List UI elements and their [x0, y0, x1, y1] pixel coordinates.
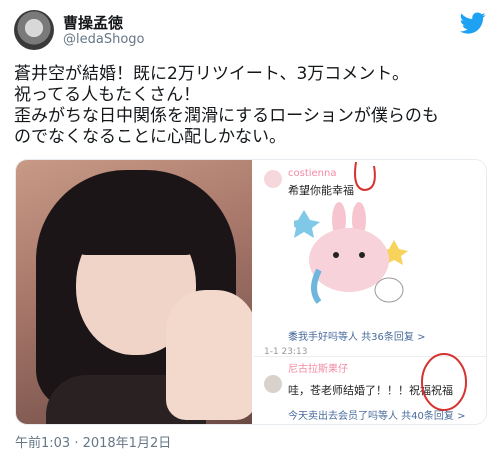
photo-hand — [166, 290, 252, 420]
tweet-timestamp[interactable]: 午前1:03 · 2018年1月2日 — [15, 432, 171, 451]
twitter-bird-icon[interactable] — [460, 10, 486, 36]
author-name[interactable]: 曹操孟徳 — [63, 12, 123, 33]
author-avatar[interactable] — [14, 10, 54, 50]
tweet-media[interactable]: costienna 希望你能幸福 黍我手好吗等人 共36条回复 > 1-1 23… — [15, 159, 487, 425]
photo-bangs — [71, 195, 201, 255]
woman-photo[interactable] — [16, 160, 252, 424]
tweet-text: 蒼井空が結婚！既に2万リツイート、3万コメント。 祝ってる人もたくさん！ 歪みが… — [14, 64, 439, 147]
red-annotation-circles — [354, 161, 467, 411]
weibo-comments-screenshot[interactable]: costienna 希望你能幸福 黍我手好吗等人 共36条回复 > 1-1 23… — [254, 160, 486, 424]
author-handle[interactable]: @ledaShogo — [63, 32, 144, 47]
tweet-card: 曹操孟徳 @ledaShogo 蒼井空が結婚！既に2万リツイート、3万コメント。… — [0, 0, 500, 457]
